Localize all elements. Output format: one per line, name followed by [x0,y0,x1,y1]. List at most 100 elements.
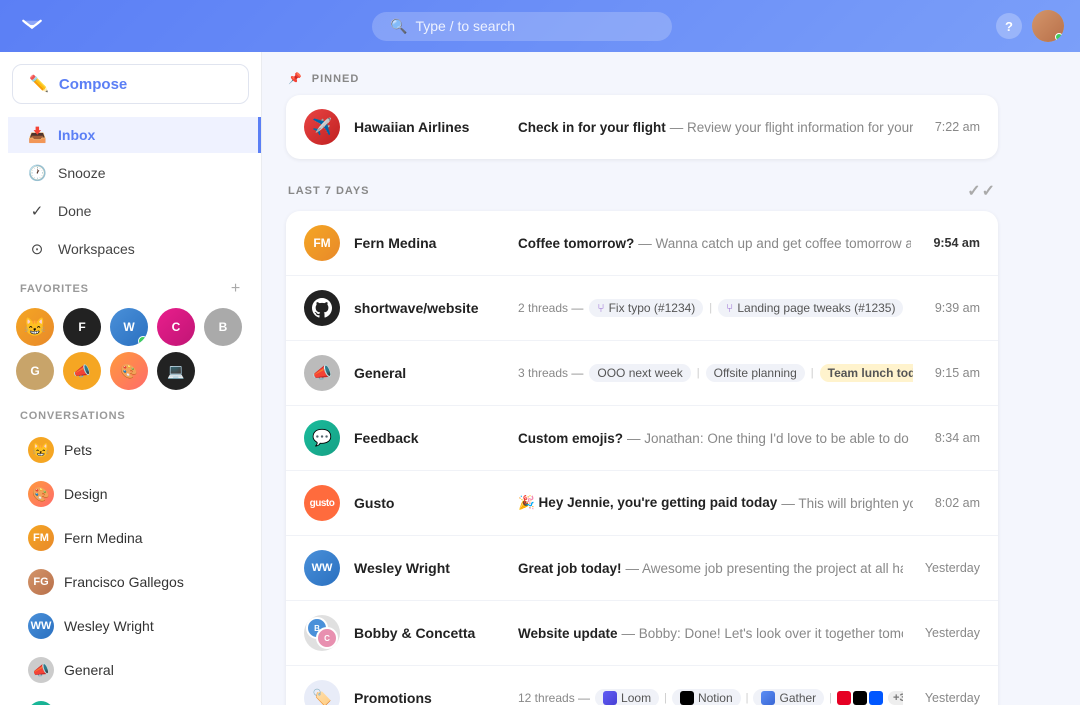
sidebar-item-snooze[interactable]: 🕐 Snooze [8,155,253,191]
email-row[interactable]: B C Bobby & Concetta Website update — Bo… [286,601,998,666]
thread-badge: Team lunch today! [820,364,913,382]
email-row[interactable]: shortwave/website 2 threads — ⑂ Fix typo… [286,276,998,341]
conv-label: Francisco Gallegos [64,574,184,590]
email-row[interactable]: ✈️ Hawaiian Airlines Check in for your f… [286,95,998,159]
sidebar-item-done[interactable]: ✓ Done [8,193,253,229]
favorites-section-label: FAVORITES + [0,268,261,304]
user-avatar[interactable] [1032,10,1064,42]
sidebar-item-label: Inbox [58,127,95,143]
favorite-avatar-1[interactable]: 😸 [16,308,54,346]
email-body: 3 threads — OOO next week | Offsite plan… [518,364,913,382]
inbox-icon: 📥 [28,126,46,144]
email-time: Yesterday [925,691,980,705]
app-logo [16,10,48,42]
thread-count: 3 threads — [518,366,583,380]
conv-label: Pets [64,442,92,458]
email-avatar: WW [304,550,340,586]
help-button[interactable]: ? [996,13,1022,39]
favorite-avatar-6[interactable]: G [16,352,54,390]
mark-all-read-button[interactable]: ✓✓ [967,181,996,201]
conv-item-fern[interactable]: FM Fern Medina [8,517,253,559]
conv-item-bobby[interactable]: BT Bobby Tables [8,693,253,705]
conv-item-design[interactable]: 🎨 Design [8,473,253,515]
topbar: 🔍 Type / to search ? [0,0,1080,52]
conv-item-wesley[interactable]: WW Wesley Wright [8,605,253,647]
favorite-avatar-5[interactable]: B [204,308,242,346]
email-subject: Check in for your flight [518,120,666,135]
email-subject: Great job today! [518,561,622,576]
email-body: Check in for your flight — Review your f… [518,120,913,135]
thread-count: 2 threads — [518,301,583,315]
email-sender: Hawaiian Airlines [354,119,504,135]
favorite-avatar-4[interactable]: C [157,308,195,346]
sidebar-item-label: Workspaces [58,241,135,257]
email-avatar: ✈️ [304,109,340,145]
email-time: 7:22 am [935,120,980,134]
conv-label: Wesley Wright [64,618,154,634]
email-preview: — Bobby: Done! Let's look over it togeth… [622,626,903,641]
email-preview: — Jonathan: One thing I'd love to be abl… [627,431,913,446]
favorite-avatar-8[interactable]: 🎨 [110,352,148,390]
email-avatar [304,290,340,326]
conv-item-francisco[interactable]: FG Francisco Gallegos [8,561,253,603]
email-row[interactable]: WW Wesley Wright Great job today! — Awes… [286,536,998,601]
email-sender: shortwave/website [354,300,504,316]
workspaces-icon: ⊙ [28,240,46,258]
email-row[interactable]: FM Fern Medina Coffee tomorrow? — Wanna … [286,211,998,276]
email-body: Great job today! — Awesome job presentin… [518,561,903,576]
sidebar-item-label: Done [58,203,91,219]
sidebar: ✏️ Compose 📥 Inbox 🕐 Snooze ✓ Done ⊙ Wor… [0,52,262,705]
conv-label: Design [64,486,108,502]
conv-avatar-francisco: FG [28,569,54,595]
favorites-grid: 😸 F W C B G 📣 🎨 [0,304,261,398]
online-indicator [1055,33,1063,41]
email-subject: 🎉 Hey Jennie, you're getting paid today [518,495,777,511]
search-bar[interactable]: 🔍 Type / to search [60,12,984,41]
email-preview: — Review your flight information for you… [670,120,913,135]
promo-more-badge: +3 [888,691,903,705]
email-body: Website update — Bobby: Done! Let's look… [518,626,903,641]
email-body: 2 threads — ⑂ Fix typo (#1234) | ⑂ Landi… [518,299,913,317]
email-row[interactable]: 💬 Feedback Custom emojis? — Jonathan: On… [286,406,998,471]
thread-badge: ⑂ Fix typo (#1234) [589,299,703,317]
search-placeholder: Type / to search [415,18,515,34]
sidebar-item-inbox[interactable]: 📥 Inbox [8,117,261,153]
email-body: Coffee tomorrow? — Wanna catch up and ge… [518,236,911,251]
email-time: 8:02 am [935,496,980,510]
email-preview: — Awesome job presenting the project at … [626,561,903,576]
last7days-email-list: FM Fern Medina Coffee tomorrow? — Wanna … [286,211,998,705]
email-preview: — This will brighten your da... [781,496,913,511]
conv-label: General [64,662,114,678]
add-favorite-button[interactable]: + [231,280,241,298]
conv-avatar-fern: FM [28,525,54,551]
conv-avatar-general: 📣 [28,657,54,683]
favorite-avatar-9[interactable]: 💻 [157,352,195,390]
email-body: Custom emojis? — Jonathan: One thing I'd… [518,431,913,446]
email-time: Yesterday [925,626,980,640]
email-row[interactable]: 🏷️ Promotions 12 threads — Loom | Notion [286,666,998,705]
email-subject: Website update [518,626,618,641]
last7days-section-header: LAST 7 DAYS ✓✓ [286,181,998,201]
done-icon: ✓ [28,202,46,220]
sidebar-item-label: Snooze [58,165,105,181]
compose-button[interactable]: ✏️ Compose [12,64,249,104]
email-time: 9:15 am [935,366,980,380]
sidebar-item-workspaces[interactable]: ⊙ Workspaces [8,231,253,267]
email-sender: Promotions [354,690,504,705]
favorite-avatar-3[interactable]: W [110,308,148,346]
pin-icon: 📌 [288,73,303,85]
email-row[interactable]: 📣 General 3 threads — OOO next week | Of… [286,341,998,406]
compose-label: Compose [59,76,127,93]
favorite-avatar-2[interactable]: F [63,308,101,346]
email-row[interactable]: gusto Gusto 🎉 Hey Jennie, you're getting… [286,471,998,536]
content-area: 📌 PINNED ✈️ Hawaiian Airlines Check in f… [262,52,1080,705]
favorite-avatar-7[interactable]: 📣 [63,352,101,390]
conv-avatar-bobby: BT [28,701,54,705]
thread-count: 12 threads — [518,691,590,705]
email-sender: Bobby & Concetta [354,625,504,641]
conv-avatar-design: 🎨 [28,481,54,507]
email-sender: Feedback [354,430,504,446]
email-time: 8:34 am [935,431,980,445]
conv-item-general[interactable]: 📣 General [8,649,253,691]
conv-item-pets[interactable]: 😸 Pets [8,429,253,471]
